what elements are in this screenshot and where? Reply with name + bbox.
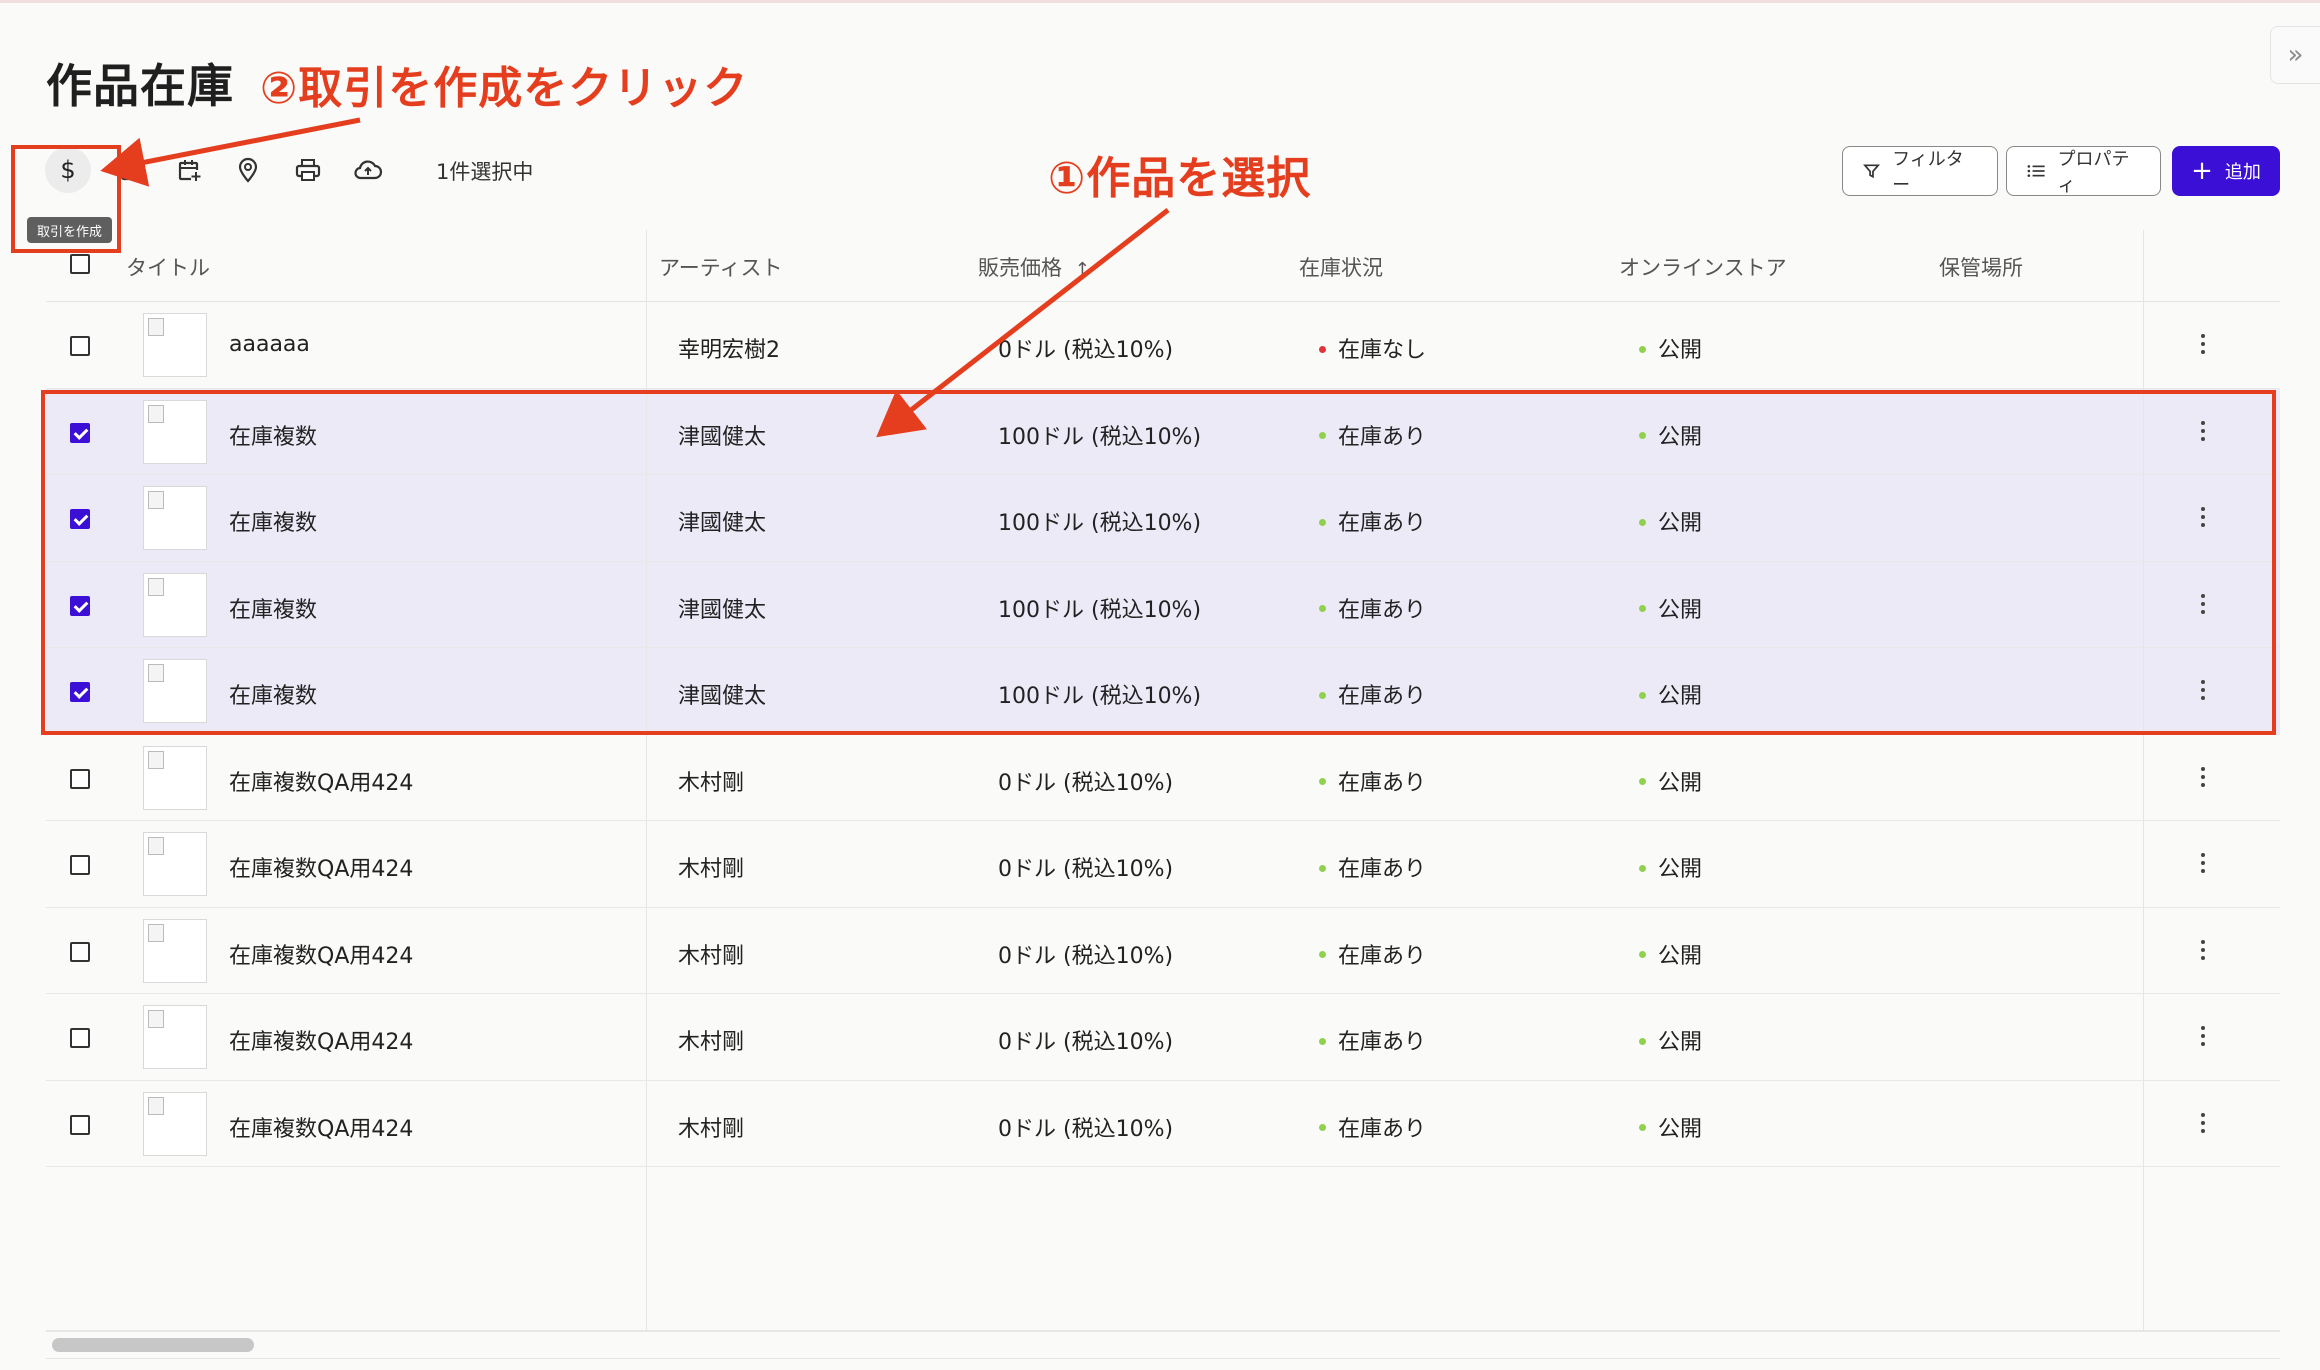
arrow-to-selected-rows (876, 208, 1170, 438)
annotation-arrows (100, 117, 1170, 438)
arrow-to-create-transaction (100, 117, 361, 187)
